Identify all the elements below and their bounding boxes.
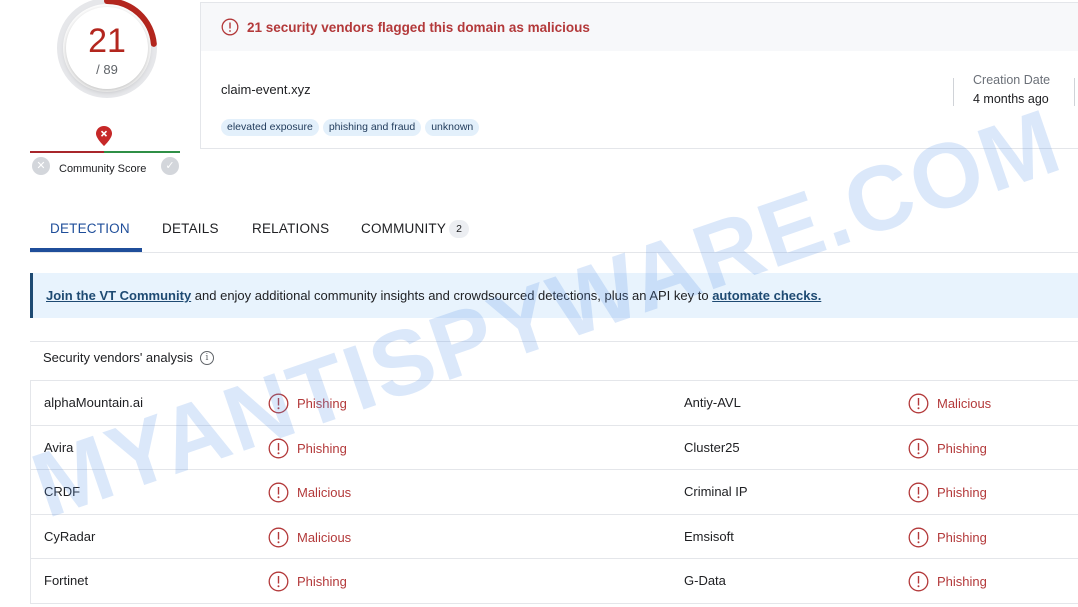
tab-details[interactable]: DETAILS [162, 221, 219, 236]
result-label: Malicious [297, 485, 352, 500]
alert-circle-icon [268, 393, 289, 414]
result-label: Malicious [937, 396, 992, 411]
vendor-name: alphaMountain.ai [44, 395, 144, 410]
alert-circle-icon [908, 571, 929, 592]
tag[interactable]: unknown [425, 119, 480, 136]
score-detections: 21 [88, 21, 126, 60]
vendor-result: Malicious [268, 527, 351, 548]
vendor-result: Phishing [908, 571, 987, 592]
vendors-section-title: Security vendors' analysis i [43, 350, 214, 365]
vendor-name: G-Data [684, 573, 726, 588]
domain-tags: elevated exposure phishing and fraud unk… [221, 119, 480, 136]
vendor-name: Criminal IP [684, 484, 748, 499]
info-icon[interactable]: i [199, 350, 214, 365]
vendor-result: Phishing [908, 438, 987, 459]
alert-circle-icon [268, 527, 289, 547]
tab-detection[interactable]: DETECTION [50, 221, 130, 236]
vendor-result: Phishing [268, 393, 347, 414]
vendor-row: alphaMountain.ai Phishing Antiy-AVL Malicio… [31, 381, 1078, 426]
alert-circle-icon [908, 482, 929, 503]
tag[interactable]: phishing and fraud [322, 119, 422, 136]
creation-date-value: 4 months ago [973, 92, 1049, 106]
vendor-result: Phishing [908, 482, 987, 503]
vendor-results-table: alphaMountain.ai Phishing Antiy-AVL Malicio… [30, 380, 1078, 604]
domain-name: claim-event.xyz [221, 82, 311, 97]
score-circle: 21 / 89 [66, 7, 148, 89]
vendor-result: Phishing [268, 571, 347, 592]
alert-text: 21 security vendors flagged this domain … [247, 19, 590, 35]
result-label: Phishing [297, 440, 347, 456]
active-tab-indicator [30, 248, 142, 252]
vendor-name: Antiy-AVL [684, 395, 741, 410]
domain-summary-card: 21 security vendors flagged this domain … [200, 2, 1078, 149]
divider [953, 78, 954, 106]
community-bar-negative [30, 151, 104, 153]
community-score: ✕ Community Score ✓ [30, 124, 180, 180]
result-label: Phishing [297, 396, 347, 411]
join-community-link[interactable]: Join the VT Community [46, 288, 191, 303]
creation-date-label: Creation Date [973, 73, 1051, 87]
community-banner: Join the VT Community and enjoy addition… [30, 273, 1078, 318]
vendor-result: Phishing [268, 438, 347, 459]
vendor-name: Cluster25 [684, 439, 740, 455]
result-label: Phishing [937, 574, 987, 589]
vendor-row: Fortinet Phishing G-Data Phishing [31, 559, 1078, 604]
community-score-label: Community Score [59, 163, 147, 175]
vendor-name: Fortinet [44, 573, 89, 588]
vendor-result: Malicious [268, 482, 351, 503]
alert-circle-icon [908, 527, 929, 547]
malicious-alert: 21 security vendors flagged this domain … [201, 3, 1078, 51]
detection-score-gauge: 21 / 89 [50, 0, 160, 110]
tab-community[interactable]: COMMUNITY [361, 221, 446, 236]
map-pin-x-icon [96, 126, 112, 146]
vendor-row: CRDF Malicious Criminal IP Phishing [31, 470, 1078, 515]
tab-relations[interactable]: RELATIONS [252, 221, 329, 236]
vendor-name: Emsisoft [684, 528, 734, 544]
result-label: Phishing [937, 485, 987, 500]
divider [1074, 78, 1075, 106]
result-label: Phishing [297, 574, 347, 589]
vendor-row: Avira Phishing Cluster25 Phishing [31, 426, 1078, 470]
vote-harmful-x-icon[interactable]: ✕ [32, 157, 50, 175]
vote-harmless-check-icon[interactable]: ✓ [161, 157, 179, 175]
banner-text: and enjoy additional community insights … [191, 288, 713, 303]
result-label: Malicious [297, 529, 352, 545]
alert-circle-icon [268, 571, 289, 592]
alert-circle-icon [268, 438, 289, 458]
community-count-badge: 2 [449, 220, 469, 238]
alert-circle-icon [268, 482, 289, 503]
automate-checks-link[interactable]: automate checks. [712, 288, 821, 303]
alert-circle-icon [908, 393, 929, 414]
tab-bar: DETECTION DETAILS RELATIONS COMMUNITY 2 [30, 208, 1078, 253]
alert-circle-icon [221, 18, 239, 36]
alert-circle-icon [908, 438, 929, 458]
vendor-result: Phishing [908, 527, 987, 548]
vendor-name: CyRadar [44, 528, 96, 544]
vendor-name: Avira [44, 439, 74, 455]
score-total: / 89 [96, 61, 118, 77]
vendor-row: CyRadar Malicious Emsisoft Phishing [31, 515, 1078, 559]
result-label: Phishing [937, 440, 987, 456]
result-label: Phishing [937, 529, 987, 545]
tag[interactable]: elevated exposure [221, 119, 319, 136]
vendors-title-text: Security vendors' analysis [43, 350, 193, 365]
vendor-result: Malicious [908, 393, 991, 414]
vendor-name: CRDF [44, 484, 81, 499]
divider [30, 341, 1078, 342]
community-bar-positive [104, 151, 180, 153]
